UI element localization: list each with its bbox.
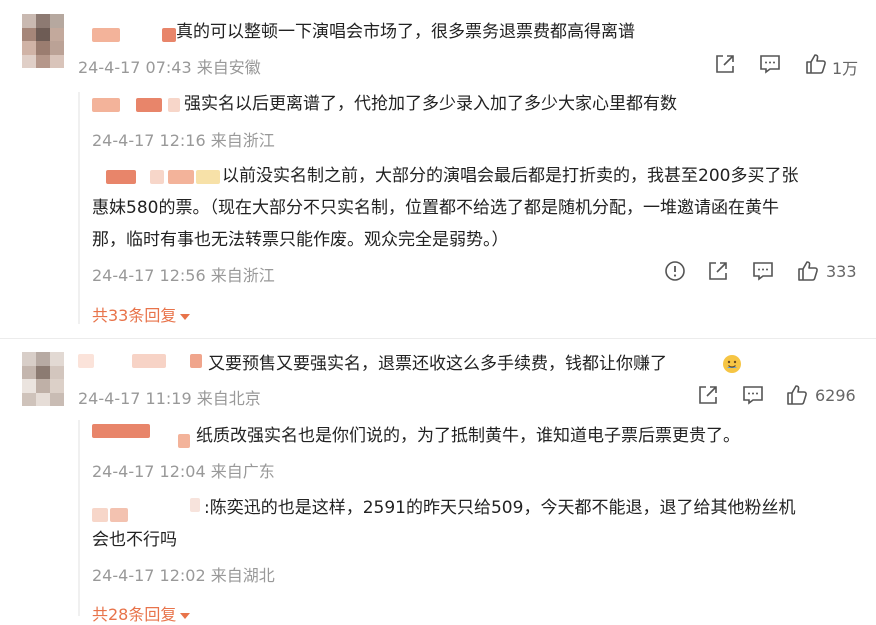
avatar[interactable] [22, 352, 64, 406]
reply-thread-line [78, 92, 80, 324]
reply-meta: 24-4-17 12:04 来自广东 [92, 462, 275, 481]
share-icon[interactable] [714, 53, 736, 75]
reply-text-line: 会也不行吗 [92, 530, 177, 550]
reply-text-line: :陈奕迅的也是这样，2591的昨天只给509，今天都不能退，退了给其他粉丝机 [204, 498, 796, 518]
comment-icon[interactable] [752, 260, 774, 282]
like-count: 6296 [815, 386, 856, 405]
comment-icon[interactable] [742, 384, 764, 406]
reply-text: 强实名以后更离谱了，代抢加了多少录入加了多少大家心里都有数 [184, 94, 677, 114]
smile-emoji-icon [722, 354, 742, 374]
reply-text-line: 惠妹580的票。（现在大部分不只实名制，位置都不给选了都是随机分配，一堆邀请函在… [92, 198, 779, 218]
reply-text-line: 那，临时有事也无法转票只能作废。观众完全是弱势。） [92, 230, 509, 250]
reply-text: 纸质改强实名也是你们说的，为了抵制黄牛，谁知道电子票后票更贵了。 [196, 426, 740, 446]
like-count: 333 [826, 262, 857, 281]
thumbs-up-icon[interactable] [797, 260, 819, 282]
comment-meta: 24-4-17 11:19 来自北京 [78, 389, 261, 408]
comment-text: 又要预售又要强实名，退票还收这么多手续费，钱都让你赚了 [208, 354, 667, 374]
reply-meta: 24-4-17 12:56 来自浙江 [92, 266, 275, 285]
comment-icon[interactable] [759, 53, 781, 75]
reply-meta: 24-4-17 12:16 来自浙江 [92, 131, 275, 150]
reply-thread-line [78, 420, 80, 616]
comment-text: 真的可以整顿一下演唱会市场了，很多票务退票费都高得离谱 [176, 22, 635, 42]
comment-meta: 24-4-17 07:43 来自安徽 [78, 58, 261, 77]
thumbs-up-icon[interactable] [805, 53, 827, 75]
share-icon[interactable] [707, 260, 729, 282]
share-icon[interactable] [697, 384, 719, 406]
thumbs-up-icon[interactable] [786, 384, 808, 406]
more-replies-link[interactable]: 共33条回复 [92, 302, 191, 326]
divider [0, 338, 876, 339]
reply-meta: 24-4-17 12:02 来自湖北 [92, 566, 275, 585]
more-replies-label: 共28条回复 [92, 605, 177, 624]
report-icon[interactable] [664, 260, 686, 282]
avatar[interactable] [22, 14, 64, 68]
more-replies-link[interactable]: 共28条回复 [92, 601, 191, 625]
chevron-down-icon [180, 313, 191, 320]
reply-text-line: 以前没实名制之前，大部分的演唱会最后都是打折卖的，我甚至200多买了张 [222, 166, 799, 186]
more-replies-label: 共33条回复 [92, 306, 177, 325]
chevron-down-icon [180, 612, 191, 619]
like-count: 1万 [832, 59, 859, 78]
